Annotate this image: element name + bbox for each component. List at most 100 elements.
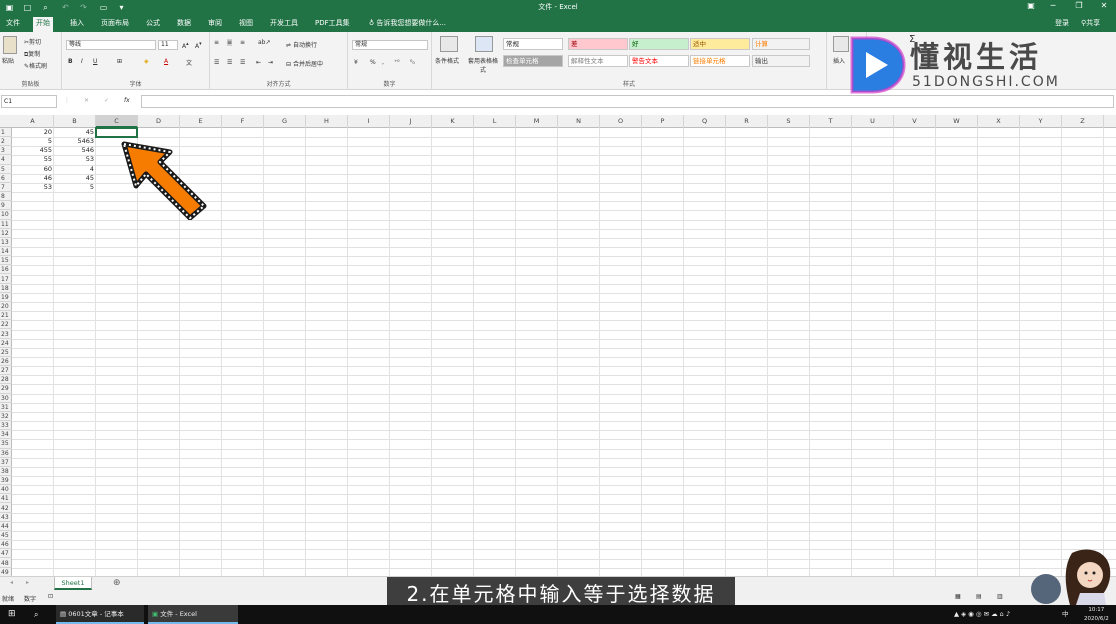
row-header-45[interactable]: 45 [0,531,12,541]
paste-button[interactable]: 粘贴 [2,56,14,65]
row-header-30[interactable]: 30 [0,394,12,403]
italic-icon[interactable]: I [81,58,83,65]
conditional-format-button[interactable]: 条件格式 [435,56,459,65]
column-header-l[interactable]: L [474,115,516,128]
cell-b6[interactable]: 45 [54,174,96,183]
format-painter-button[interactable]: ✎格式刷 [24,61,47,70]
merge-center-button[interactable]: ⊟ 合并后居中 [286,59,323,68]
format-table-button[interactable]: 套用表格格式 [468,56,498,74]
cell-style-3[interactable]: 好 [629,38,689,50]
row-header-20[interactable]: 20 [0,302,12,312]
row-header-47[interactable]: 47 [0,549,12,559]
tab-review[interactable]: 审阅 [205,18,225,32]
align-center-icon[interactable]: ☰ [227,59,232,66]
borders-icon[interactable]: ⊞ [117,58,122,65]
windows-start-icon[interactable]: ⊞ [4,605,16,624]
insert-function-icon[interactable]: fx [124,97,130,104]
sheet-tab[interactable]: Sheet1 [54,577,92,590]
column-header-r[interactable]: R [726,115,768,128]
tab-view[interactable]: 视图 [236,18,256,32]
column-header-x[interactable]: X [978,115,1020,128]
cell-style-5[interactable]: 计算 [752,38,810,50]
row-header-7[interactable]: 7 [0,183,12,193]
column-header-g[interactable]: G [264,115,306,128]
column-header-b[interactable]: B [54,115,96,128]
row-header-39[interactable]: 39 [0,476,12,486]
row-header-6[interactable]: 6 [0,174,12,183]
tab-developer[interactable]: 开发工具 [267,18,301,32]
minimize-icon[interactable]: ─ [1046,1,1060,13]
cut-button[interactable]: ✂剪切 [24,37,41,46]
row-header-1[interactable]: 1 [0,128,12,138]
font-color-icon[interactable]: A [164,58,168,65]
row-header-42[interactable]: 42 [0,504,12,513]
increase-indent-icon[interactable]: ⇥ [268,59,273,66]
row-header-41[interactable]: 41 [0,494,12,504]
row-header-17[interactable]: 17 [0,275,12,284]
cell-a5[interactable]: 60 [12,165,54,174]
column-header-p[interactable]: P [642,115,684,128]
column-header-d[interactable]: D [138,115,180,128]
signin-link[interactable]: 登录 [1052,18,1072,32]
row-header-13[interactable]: 13 [0,238,12,247]
row-header-29[interactable]: 29 [0,384,12,394]
row-header-14[interactable]: 14 [0,247,12,257]
row-header-10[interactable]: 10 [0,210,12,220]
column-header-m[interactable]: M [516,115,558,128]
row-header-44[interactable]: 44 [0,522,12,531]
row-header-27[interactable]: 27 [0,366,12,376]
row-header-28[interactable]: 28 [0,375,12,385]
cell-a4[interactable]: 55 [12,155,54,164]
increase-decimal-icon[interactable]: ⁺⁰ [394,59,400,66]
clock[interactable]: 10:17 2020/6/2 [1080,605,1109,624]
row-header-5[interactable]: 5 [0,165,12,174]
column-header-o[interactable]: O [600,115,642,128]
row-header-36[interactable]: 36 [0,449,12,458]
cell-a2[interactable]: 5 [12,137,54,146]
row-header-8[interactable]: 8 [0,192,12,202]
column-header-k[interactable]: K [432,115,474,128]
paste-icon[interactable] [3,36,17,54]
cell-b3[interactable]: 546 [54,146,96,155]
enter-icon[interactable]: ✓ [104,97,109,104]
cell-style-4[interactable]: 适中 [690,38,750,50]
row-header-21[interactable]: 21 [0,311,12,321]
row-header-26[interactable]: 26 [0,357,12,367]
cell-style-6[interactable]: 检查单元格 [503,55,563,67]
cell-b4[interactable]: 53 [54,155,96,164]
font-name-combo[interactable]: 等线 [66,40,156,50]
column-header-h[interactable]: H [306,115,348,128]
align-middle-icon[interactable]: ≡ [227,39,233,46]
cell-style-9[interactable]: 链接单元格 [690,55,750,67]
column-header-f[interactable]: F [222,115,264,128]
copy-button[interactable]: ⧉复制 [24,49,40,59]
row-header-15[interactable]: 15 [0,256,12,266]
row-header-23[interactable]: 23 [0,330,12,339]
next-sheet-icon[interactable]: ▸ [26,579,29,586]
column-header-u[interactable]: U [852,115,894,128]
insert-cells-button[interactable]: 插入 [833,56,845,65]
taskbar-notepad[interactable]: ▤ 0601文章 - 记事本 [56,605,144,624]
tab-insert[interactable]: 插入 [67,18,87,32]
grow-font-icon[interactable]: A▴ [182,41,189,50]
taskbar-excel[interactable]: ▣ 文件 - Excel [148,605,238,624]
column-header-q[interactable]: Q [684,115,726,128]
column-header-a[interactable]: A [12,115,54,128]
row-header-35[interactable]: 35 [0,439,12,449]
cell-a6[interactable]: 46 [12,174,54,183]
page-layout-view-icon[interactable]: ▤ [976,593,982,600]
search-icon[interactable]: ⌕ [30,605,38,624]
row-header-4[interactable]: 4 [0,155,12,165]
tab-home[interactable]: 开始 [33,17,53,32]
row-header-49[interactable]: 49 [0,568,12,576]
row-header-18[interactable]: 18 [0,284,12,293]
formula-input[interactable] [141,95,1114,108]
cell-a7[interactable]: 53 [12,183,54,192]
cell-b2[interactable]: 5463 [54,137,96,146]
active-cell-c1[interactable] [95,127,138,139]
align-left-icon[interactable]: ☰ [214,59,219,66]
row-header-25[interactable]: 25 [0,348,12,357]
column-header-w[interactable]: W [936,115,978,128]
column-header-j[interactable]: J [390,115,432,128]
align-right-icon[interactable]: ☰ [240,59,245,66]
